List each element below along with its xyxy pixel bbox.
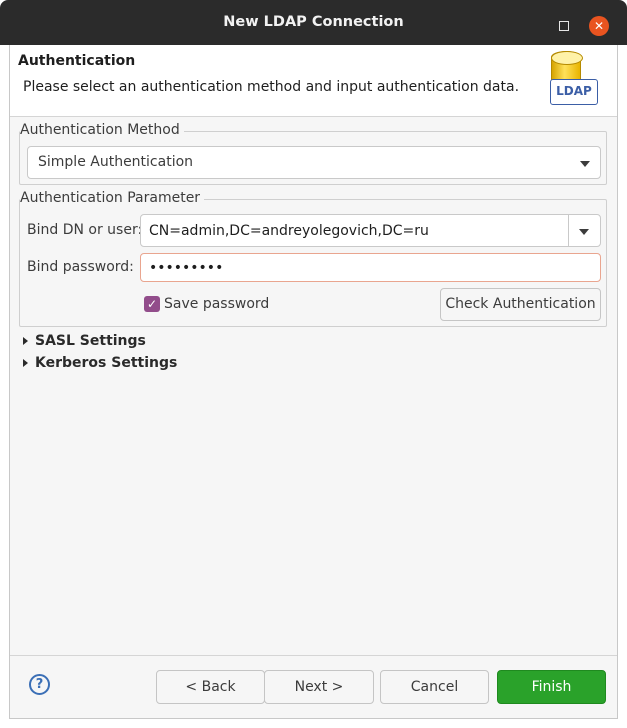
bind-password-input[interactable] bbox=[140, 253, 601, 282]
bind-dn-dropdown-button[interactable] bbox=[568, 214, 601, 247]
maximize-icon[interactable] bbox=[559, 21, 569, 31]
ldap-badge: LDAP bbox=[550, 79, 598, 105]
auth-method-select[interactable]: Simple Authentication bbox=[27, 146, 601, 179]
wizard-header: Authentication Please select an authenti… bbox=[10, 45, 617, 117]
finish-button[interactable]: Finish bbox=[497, 670, 606, 704]
window-title: New LDAP Connection bbox=[223, 14, 404, 30]
dialog-body: Authentication Please select an authenti… bbox=[9, 45, 618, 719]
cancel-button[interactable]: Cancel bbox=[380, 670, 489, 704]
kerberos-settings-label: Kerberos Settings bbox=[35, 355, 178, 371]
bind-dn-input[interactable] bbox=[140, 214, 569, 247]
chevron-right-icon bbox=[23, 337, 28, 345]
ldap-icon: LDAP bbox=[544, 51, 600, 109]
chevron-down-icon bbox=[580, 161, 590, 167]
back-button[interactable]: < Back bbox=[156, 670, 265, 704]
chevron-right-icon bbox=[23, 359, 28, 367]
auth-param-label: Authentication Parameter bbox=[20, 190, 205, 206]
bind-password-label: Bind password: bbox=[27, 259, 134, 275]
auth-method-value: Simple Authentication bbox=[38, 154, 194, 170]
bind-dn-label: Bind DN or user: bbox=[27, 222, 143, 238]
chevron-down-icon bbox=[579, 229, 589, 235]
help-icon[interactable]: ? bbox=[29, 674, 50, 695]
close-icon[interactable]: ✕ bbox=[589, 16, 609, 36]
title-bar: New LDAP Connection ✕ bbox=[0, 0, 627, 45]
page-description: Please select an authentication method a… bbox=[23, 79, 520, 95]
auth-method-label: Authentication Method bbox=[20, 122, 184, 138]
footer-divider bbox=[10, 655, 617, 656]
save-password-label: Save password bbox=[164, 296, 270, 312]
sasl-settings-label: SASL Settings bbox=[35, 333, 146, 349]
save-password-checkbox[interactable]: ✓ bbox=[144, 296, 160, 312]
next-button[interactable]: Next > bbox=[264, 670, 374, 704]
page-title: Authentication bbox=[18, 53, 136, 69]
check-authentication-button[interactable]: Check Authentication bbox=[440, 288, 601, 321]
